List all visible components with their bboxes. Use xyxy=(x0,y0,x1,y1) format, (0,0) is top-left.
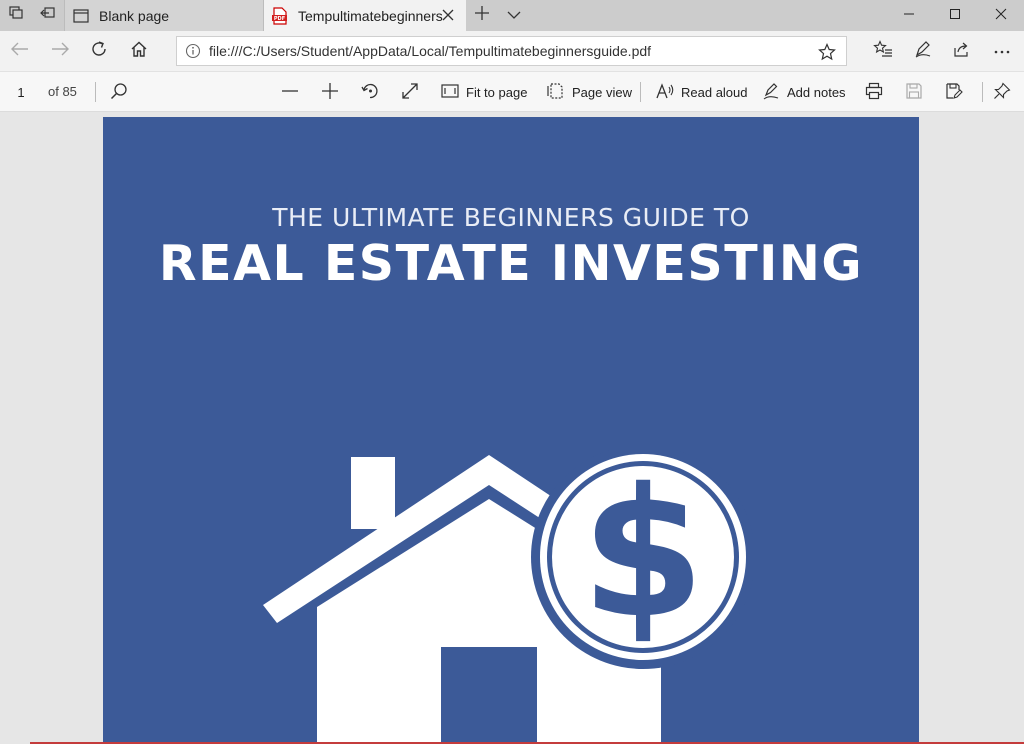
pdf-viewport[interactable]: THE ULTIMATE BEGINNERS GUIDE TO REAL EST… xyxy=(0,112,1024,744)
back-button[interactable] xyxy=(0,35,40,67)
favorites-icon xyxy=(873,39,893,63)
page-view-button[interactable]: Page view xyxy=(547,76,632,108)
page-view-label: Page view xyxy=(572,84,632,100)
cover-illustration: $ xyxy=(263,447,755,744)
navigation-bar: file:///C:/Users/Student/AppData/Local/T… xyxy=(0,31,1024,72)
svg-text:PDF: PDF xyxy=(274,16,285,22)
title-bar: Blank page PDF Tempultimatebeginners xyxy=(0,0,1024,31)
share-icon xyxy=(953,40,971,63)
tab-preview-button[interactable] xyxy=(498,0,530,31)
forward-icon xyxy=(51,42,69,61)
pin-icon xyxy=(993,82,1011,103)
zoom-in-icon xyxy=(321,82,339,103)
tab-blank-page[interactable]: Blank page xyxy=(64,0,264,31)
save-button[interactable] xyxy=(905,76,923,108)
add-notes-icon xyxy=(762,82,780,103)
add-notes-button[interactable]: Add notes xyxy=(762,76,846,108)
home-icon xyxy=(130,40,148,63)
new-tab-icon xyxy=(475,6,489,25)
web-note-button[interactable] xyxy=(903,35,943,67)
search-icon xyxy=(110,82,128,103)
toolbar-divider xyxy=(982,82,983,102)
fit-page-icon xyxy=(441,83,459,102)
rotate-icon xyxy=(361,82,379,103)
maximize-button[interactable] xyxy=(932,0,978,31)
url-text: file:///C:/Users/Student/AppData/Local/T… xyxy=(209,43,652,59)
back-icon xyxy=(11,42,29,61)
zoom-out-button[interactable] xyxy=(281,76,299,108)
tab-label: Tempultimatebeginners xyxy=(298,7,443,24)
rotate-button[interactable] xyxy=(361,76,379,108)
fit-to-page-button[interactable]: Fit to page xyxy=(441,76,527,108)
star-icon[interactable] xyxy=(818,43,836,66)
refresh-button[interactable] xyxy=(79,35,119,67)
cover-headline: REAL ESTATE INVESTING xyxy=(158,235,864,292)
svg-text:$: $ xyxy=(581,450,705,657)
set-aside-tabs-icon xyxy=(40,5,56,26)
page-icon xyxy=(73,8,89,24)
tab-label: Blank page xyxy=(99,7,170,24)
dollar-coin-icon: $ xyxy=(531,447,755,669)
close-icon[interactable] xyxy=(440,7,456,23)
search-button[interactable] xyxy=(110,76,128,108)
zoom-out-icon xyxy=(281,82,299,103)
zoom-in-button[interactable] xyxy=(321,76,339,108)
tab-actions-icon xyxy=(8,5,24,26)
fullscreen-button[interactable] xyxy=(401,76,419,108)
maximize-icon xyxy=(949,7,961,25)
share-button[interactable] xyxy=(942,35,982,67)
favorites-button[interactable] xyxy=(863,35,903,67)
read-aloud-button[interactable]: Read aloud xyxy=(656,76,748,108)
toolbar-divider xyxy=(640,82,641,102)
page-count: of 85 xyxy=(48,84,77,99)
chevron-down-icon xyxy=(507,7,521,25)
minimize-icon xyxy=(903,7,915,25)
add-notes-label: Add notes xyxy=(787,84,846,100)
fit-to-page-label: Fit to page xyxy=(466,84,528,100)
read-aloud-icon xyxy=(656,82,674,103)
minimize-button[interactable] xyxy=(886,0,932,31)
read-aloud-label: Read aloud xyxy=(681,84,748,100)
settings-more-button[interactable] xyxy=(982,35,1022,67)
save-as-button[interactable] xyxy=(945,76,963,108)
cover-kicker: THE ULTIMATE BEGINNERS GUIDE TO xyxy=(272,203,750,232)
window-close-icon xyxy=(995,7,1007,25)
window-close-button[interactable] xyxy=(978,0,1024,31)
toolbar-divider xyxy=(95,82,96,102)
set-aside-tabs-button[interactable] xyxy=(32,0,64,31)
print-button[interactable] xyxy=(865,76,883,108)
page-number-input[interactable]: 1 xyxy=(6,80,36,104)
pdf-page: THE ULTIMATE BEGINNERS GUIDE TO REAL EST… xyxy=(103,117,919,744)
address-bar[interactable]: file:///C:/Users/Student/AppData/Local/T… xyxy=(176,36,847,66)
info-icon[interactable] xyxy=(185,43,201,59)
page-view-icon xyxy=(547,82,565,103)
print-icon xyxy=(865,82,883,103)
home-button[interactable] xyxy=(119,35,159,67)
save-as-icon xyxy=(945,82,963,103)
new-tab-button[interactable] xyxy=(466,0,498,31)
pdf-icon: PDF xyxy=(272,6,288,25)
pen-icon xyxy=(914,40,932,63)
fullscreen-icon xyxy=(401,82,419,103)
more-icon xyxy=(993,42,1011,60)
pdf-toolbar: 1 of 85 Fit to page Page view Read aloud… xyxy=(0,72,1024,112)
forward-button[interactable] xyxy=(40,35,80,67)
tab-actions-button[interactable] xyxy=(0,0,32,31)
refresh-icon xyxy=(90,40,108,63)
pin-toolbar-button[interactable] xyxy=(993,76,1011,108)
save-icon xyxy=(905,82,923,103)
tab-pdf[interactable]: PDF Tempultimatebeginners xyxy=(264,0,466,31)
